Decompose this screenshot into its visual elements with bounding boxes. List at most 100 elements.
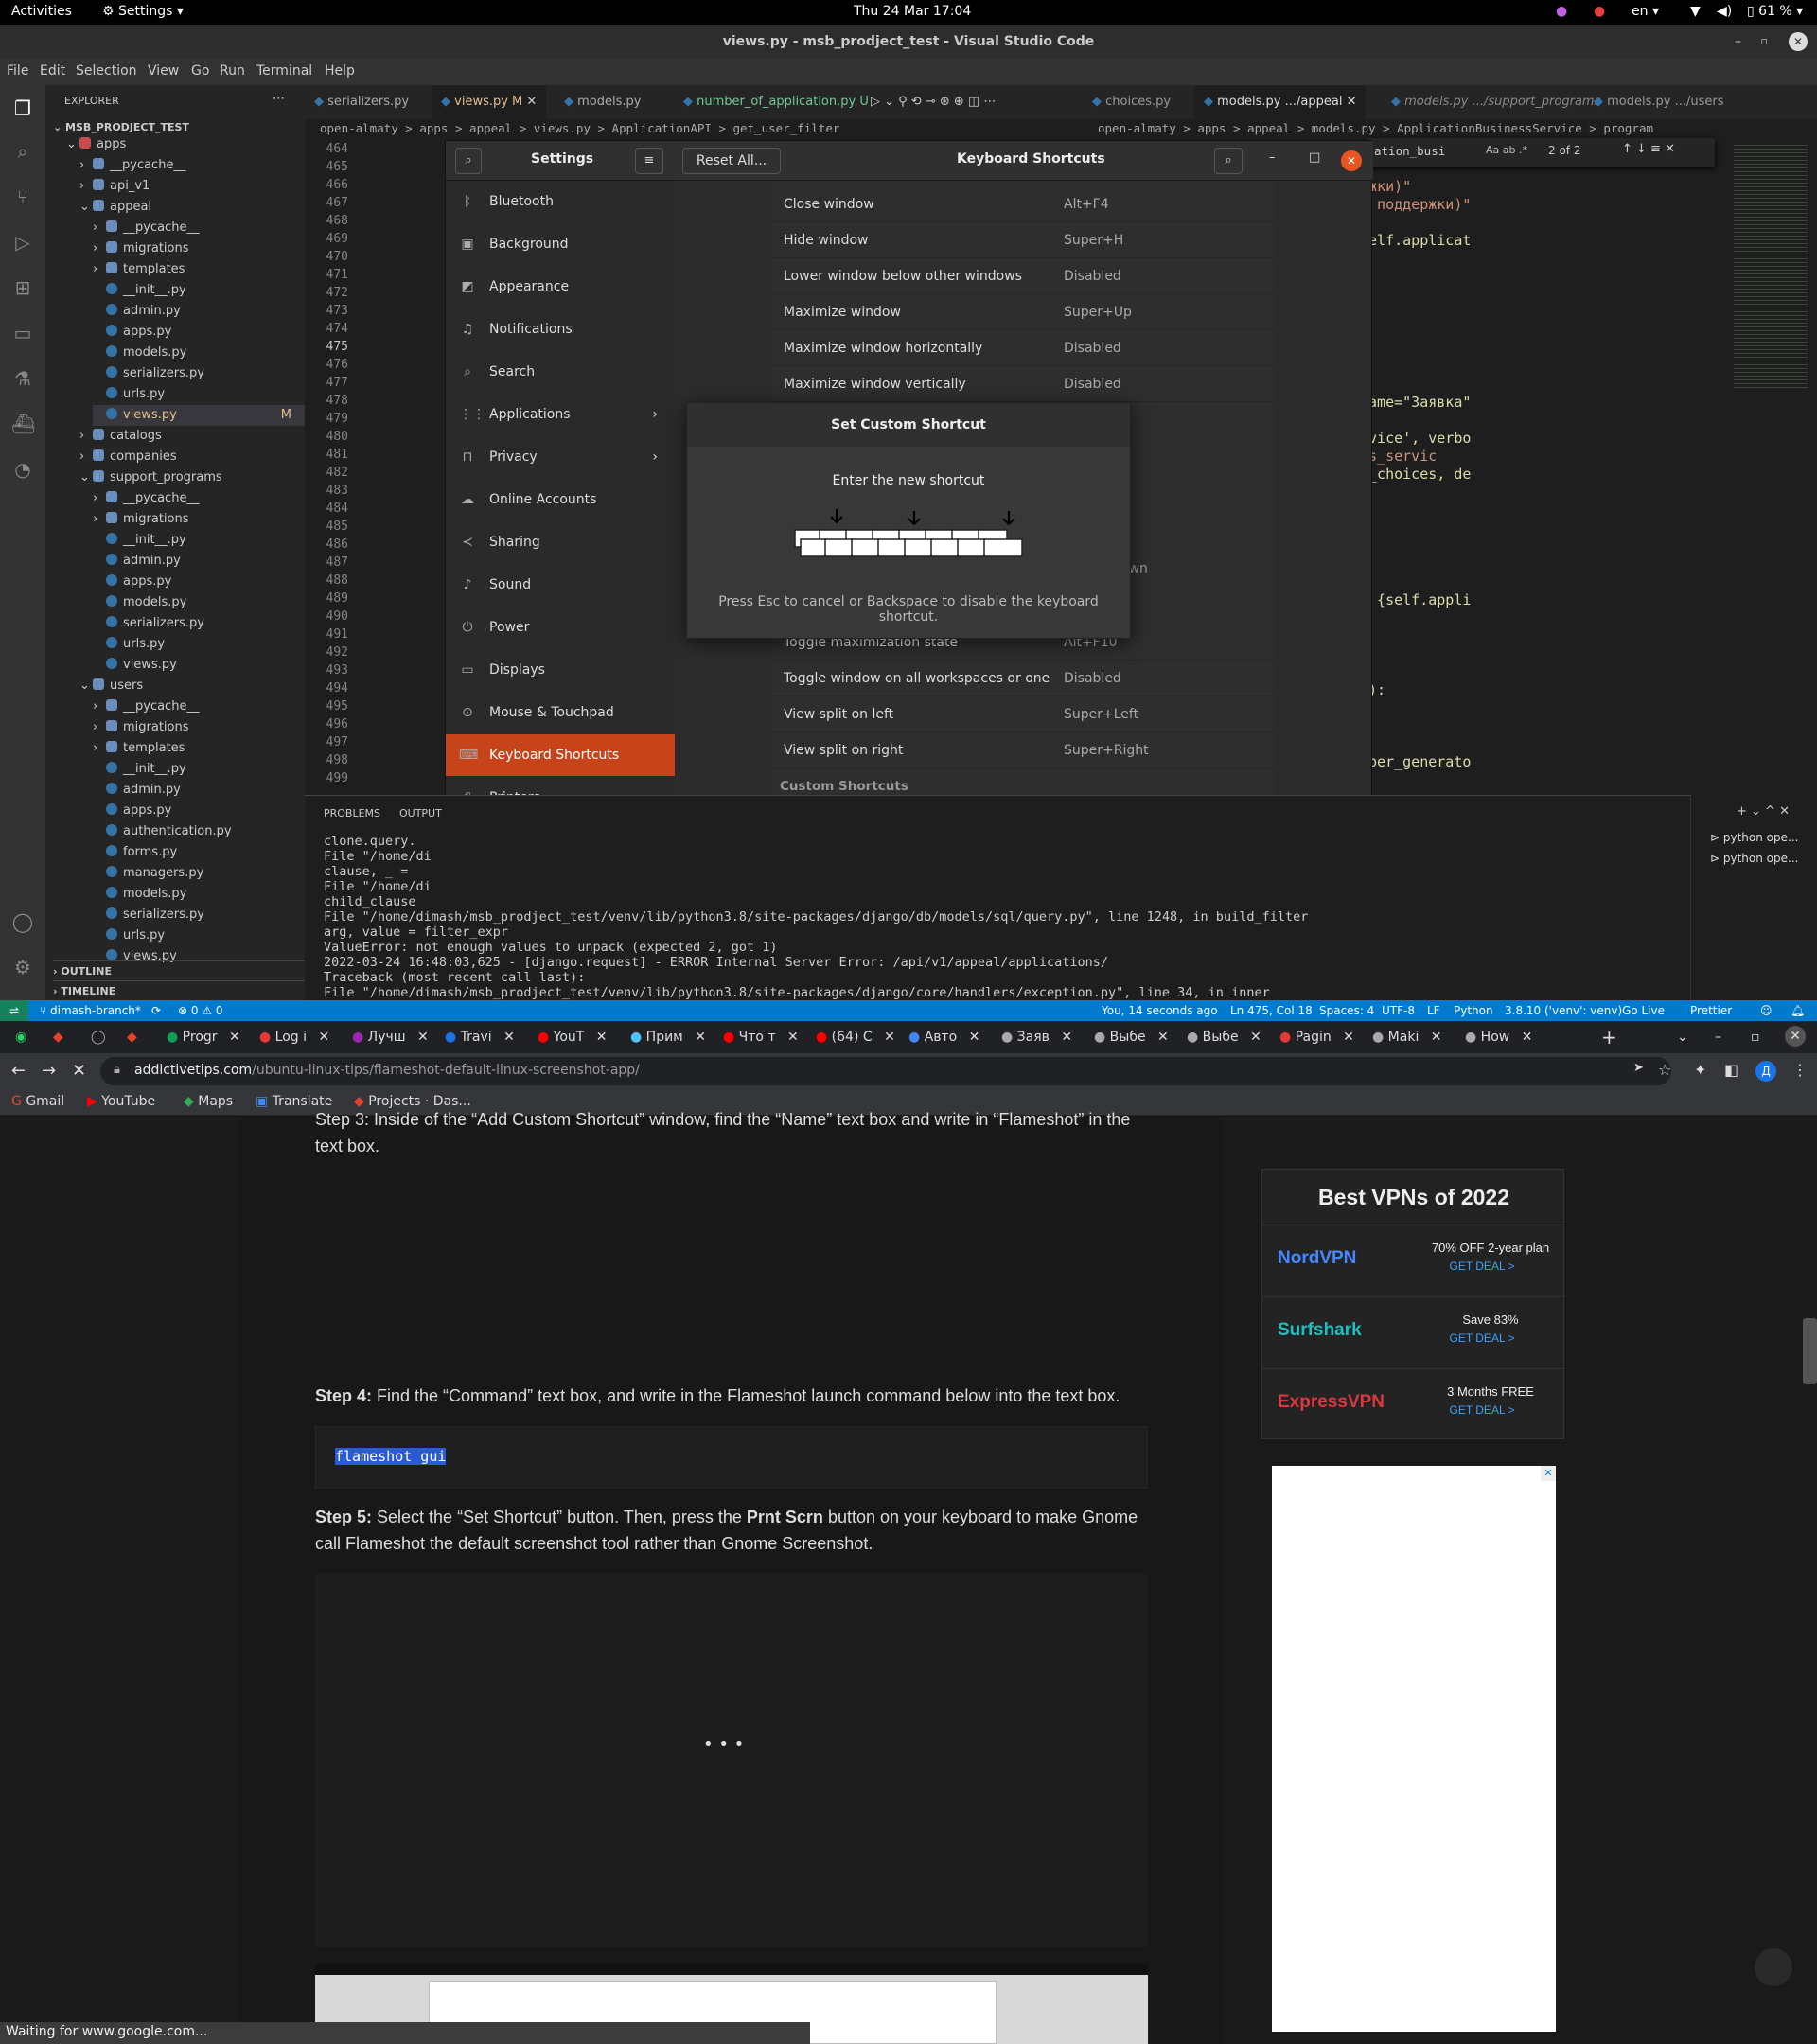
sidebar-item-online-accounts[interactable]: ☁ Online Accounts [446,479,675,520]
editor-actions[interactable]: ▷ ⌄ ⚲ ⟲ ⊸ ⊛ ⊕ ◫ ⋯ [861,85,1005,119]
explorer-icon[interactable]: ❐ [11,97,34,119]
browser-tab[interactable]: ● Progr ✕ [167,1026,240,1048]
browser-tab[interactable]: ● Что т ✕ [723,1026,799,1048]
tree-item[interactable]: ⌄ users [79,676,305,696]
restore-icon[interactable]: ▫ [1761,25,1768,59]
pinned-gitlab-icon-2[interactable]: ◆ [127,1026,137,1048]
close-icon[interactable]: ✕ [1789,32,1808,51]
reset-all-button[interactable]: Reset All... [682,148,781,174]
notifications-icon[interactable]: 🔔︎ [1791,1004,1805,1017]
chrome-menu-icon[interactable]: ⋮ [1792,1061,1808,1079]
shortcut-row[interactable]: Maximize window vertically Disabled [772,366,1274,402]
sidebar-item-sound[interactable]: ♪ Sound [446,564,675,606]
menu-run[interactable]: Run [220,63,245,79]
tree-item[interactable]: managers.py [93,863,305,884]
forward-icon[interactable]: → [42,1061,56,1081]
menu-help[interactable]: Help [325,63,355,79]
find-options-icons[interactable]: Aa ab .* [1486,144,1527,156]
bookmark-youtube[interactable]: ▶ YouTube [87,1094,155,1109]
ad-slot[interactable]: ✕ [1272,1466,1556,2032]
language-indicator[interactable]: en ▾ [1632,4,1659,19]
tree-item[interactable]: models.py [93,884,305,905]
tree-item[interactable]: __init__.py [93,280,305,301]
tab-output[interactable]: OUTPUT [399,807,442,819]
browser-tab[interactable]: ● Выбе ✕ [1094,1026,1169,1048]
tree-item[interactable]: models.py [93,592,305,613]
tree-item[interactable]: __init__.py [93,759,305,780]
shortcut-row[interactable]: Maximize window horizontally Disabled [772,330,1274,366]
tree-item[interactable]: › templates [93,738,305,759]
vpn-row[interactable]: NordVPN 70% OFF 2-year plan GET DEAL > [1262,1225,1565,1296]
find-input[interactable]: ation_busi [1374,144,1445,158]
search-icon[interactable]: ⌕ [11,140,34,163]
tree-item[interactable]: views.py [93,655,305,676]
shortcut-row[interactable]: Hide window Super+H [772,222,1274,258]
tree-item[interactable]: apps.py [93,801,305,821]
branch-indicator[interactable]: ⑂ dimash-branch* [40,1004,141,1017]
tab-number-of-application[interactable]: ◆ number_of_application.py U [674,85,878,119]
close-icon[interactable]: ✕ [880,1030,895,1045]
tree-item[interactable]: __init__.py [93,530,305,551]
extensions-icon[interactable]: ⊞ [11,276,34,299]
python-interpreter[interactable]: 3.8.10 ('venv': venv) [1505,1004,1622,1017]
bookmark-star-icon[interactable]: ☆ [1658,1061,1671,1079]
sidebar-item-displays[interactable]: ▭ Displays [446,649,675,691]
settings-search-icon[interactable]: ⌕ [455,148,482,174]
tree-item[interactable]: apps.py [93,572,305,592]
browser-tab[interactable]: ● YouT ✕ [538,1026,608,1048]
tree-item[interactable]: › companies [79,447,305,467]
tree-item[interactable]: › catalogs [79,426,305,447]
tree-item[interactable]: › __pycache__ [93,696,305,717]
tree-item[interactable]: admin.py [93,301,305,322]
browser-tab[interactable]: ● Maki ✕ [1372,1026,1442,1048]
find-nav-icons[interactable]: ↑ ↓ ≡ ✕ [1622,142,1675,156]
terminal-item-1[interactable]: ⊳ python ope... [1710,831,1798,844]
tray-icon[interactable]: ● [1556,4,1567,19]
docker-icon[interactable]: ⛴ [11,413,35,435]
eol[interactable]: LF [1427,1004,1440,1017]
tab-views-active[interactable]: ◆ views.py M ✕ [432,85,547,119]
remote-icon[interactable]: ⇌ [0,1000,28,1021]
pinned-whatsapp-icon[interactable]: ◉ [15,1026,26,1048]
sync-icon[interactable]: ⟳ [151,1004,161,1017]
sidebar-item-appearance[interactable]: ◩ Appearance [446,266,675,308]
tree-item[interactable]: › __pycache__ [93,488,305,509]
omnibox[interactable]: 🔒︎ addictivetips.com/ubuntu-linux-tips/f… [100,1057,1671,1085]
gitlens-icon[interactable]: ◔ [11,458,34,481]
sidebar-item-keyboard-shortcuts[interactable]: ⌨ Keyboard Shortcuts [446,734,675,776]
sidebar-item-bluetooth[interactable]: ᛒ Bluetooth [446,181,675,222]
sidebar-item-search[interactable]: ⌕ Search [446,351,675,393]
close-icon[interactable]: ✕ [225,1030,240,1045]
maximize-icon[interactable]: □ [1309,150,1320,165]
browser-tab[interactable]: ● Лучш ✕ [352,1026,429,1048]
tree-item[interactable]: views.py M [93,405,305,426]
battery-indicator[interactable]: ▯ 61 % ▾ [1747,4,1803,19]
close-icon[interactable]: ✕ [1339,1030,1354,1045]
sidepanel-icon[interactable]: ◧ [1724,1061,1738,1079]
close-icon[interactable]: ✕ [1517,1030,1533,1045]
vpn-row[interactable]: ExpressVPN 3 Months FREE GET DEAL > [1262,1368,1565,1440]
terminal-actions[interactable]: + ⌄ ^ ✕ [1737,804,1790,819]
close-icon[interactable]: ✕ [1347,95,1357,109]
back-icon[interactable]: ← [11,1061,26,1081]
scroll-top-button[interactable] [1755,1948,1792,1986]
tree-item[interactable]: ⌄ appeal [79,197,305,218]
browser-tab[interactable]: ● Выбе ✕ [1187,1026,1261,1048]
close-icon[interactable]: ✕ [964,1030,980,1045]
encoding[interactable]: UTF-8 [1382,1004,1415,1017]
tab-problems[interactable]: PROBLEMS [324,807,380,819]
browser-tab[interactable]: ● Travi ✕ [445,1026,515,1048]
tree-item[interactable]: apps.py [93,322,305,343]
menu-view[interactable]: View [148,63,179,79]
sidebar-item-applications[interactable]: ⋮⋮ Applications › [446,394,675,435]
tree-item[interactable]: urls.py [93,384,305,405]
source-control-icon[interactable]: ⑂ [11,185,34,208]
feedback-icon[interactable]: ☺ [1760,1004,1773,1017]
sidebar-item-power[interactable]: ⏻ Power [446,607,675,648]
close-icon[interactable]: ✕ [314,1030,329,1045]
close-icon[interactable]: ✕ [1246,1030,1261,1045]
sidebar-item-privacy[interactable]: ⊓ Privacy › [446,436,675,478]
tab-choices[interactable]: ◆ choices.py [1083,85,1180,119]
profile-avatar[interactable]: Д [1755,1061,1776,1082]
tree-item[interactable]: forms.py [93,842,305,863]
